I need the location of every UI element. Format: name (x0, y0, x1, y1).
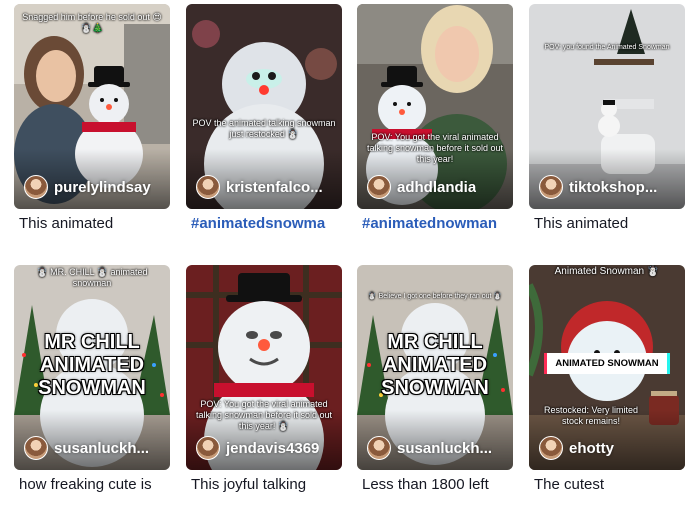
overlay-text: Snagged him before he sold out 😍☃️🎄 (22, 12, 162, 33)
creator-username[interactable]: susanluckh... (24, 436, 149, 460)
title-badge: ANIMATED SNOWMAN (547, 353, 667, 374)
video-caption[interactable]: The cutest (534, 476, 684, 493)
avatar (367, 436, 391, 460)
creator-username[interactable]: ehotty (539, 436, 614, 460)
avatar (196, 175, 220, 199)
headline-text: MR CHILL ANIMATED SNOWMAN (381, 331, 489, 399)
video-card-4[interactable]: POV: you found the Animated Snowman tikt… (529, 4, 685, 232)
overlay-subtext: Restocked: Very limited stock remains! (543, 405, 639, 426)
creator-username[interactable]: purelylindsay (24, 175, 151, 199)
video-thumbnail[interactable]: Animated Snowman ☃️ ANIMATED SNOWMAN Res… (529, 265, 685, 470)
video-thumbnail[interactable]: POV: You got the viral animated talking … (357, 4, 513, 209)
video-card-1[interactable]: Snagged him before he sold out 😍☃️🎄 pure… (14, 4, 170, 232)
video-card-7[interactable]: ☃️ Believe I got one before they ran out… (357, 265, 513, 493)
avatar (539, 175, 563, 199)
video-caption[interactable]: #animatedsnowma (191, 215, 341, 232)
video-thumbnail[interactable]: Snagged him before he sold out 😍☃️🎄 pure… (14, 4, 170, 209)
overlay-text: ☃️ MR. CHILL ☃️ animated snowman (36, 267, 148, 288)
avatar (24, 436, 48, 460)
creator-username[interactable]: jendavis4369 (196, 436, 319, 460)
creator-username[interactable]: adhdlandia (367, 175, 476, 199)
video-card-3[interactable]: POV: You got the viral animated talking … (357, 4, 513, 232)
avatar (24, 175, 48, 199)
video-card-5[interactable]: ☃️ MR. CHILL ☃️ animated snowman MR CHIL… (14, 265, 170, 493)
overlay-text: POV: You got the viral animated talking … (195, 399, 333, 431)
overlay-text: Animated Snowman ☃️ (554, 266, 660, 277)
overlay-text: POV the animated talking snowman just re… (192, 118, 336, 139)
video-caption[interactable]: This animated (534, 215, 684, 232)
headline-text: MR CHILL ANIMATED SNOWMAN (38, 331, 146, 399)
video-card-8[interactable]: Animated Snowman ☃️ ANIMATED SNOWMAN Res… (529, 265, 685, 493)
video-thumbnail[interactable]: POV: You got the viral animated talking … (186, 265, 342, 470)
overlay-text: ☃️ Believe I got one before they ran out… (367, 293, 503, 300)
video-caption[interactable]: #animatednowman (362, 215, 512, 232)
video-card-6[interactable]: POV: You got the viral animated talking … (186, 265, 342, 493)
creator-username[interactable]: tiktokshop... (539, 175, 657, 199)
video-thumbnail[interactable]: POV the animated talking snowman just re… (186, 4, 342, 209)
video-caption[interactable]: This animated (19, 215, 169, 232)
video-thumbnail[interactable]: ☃️ MR. CHILL ☃️ animated snowman MR CHIL… (14, 265, 170, 470)
avatar (367, 175, 391, 199)
creator-username[interactable]: susanluckh... (367, 436, 492, 460)
avatar (196, 436, 220, 460)
video-caption[interactable]: Less than 1800 left (362, 476, 512, 493)
video-caption[interactable]: how freaking cute is (19, 476, 169, 493)
video-thumbnail[interactable]: ☃️ Believe I got one before they ran out… (357, 265, 513, 470)
creator-username[interactable]: kristenfalco... (196, 175, 323, 199)
video-thumbnail[interactable]: POV: you found the Animated Snowman tikt… (529, 4, 685, 209)
overlay-text: POV: You got the viral animated talking … (366, 132, 504, 164)
overlay-text: POV: you found the Animated Snowman (544, 44, 670, 51)
video-caption[interactable]: This joyful talking (191, 476, 341, 493)
video-card-2[interactable]: POV the animated talking snowman just re… (186, 4, 342, 232)
avatar (539, 436, 563, 460)
